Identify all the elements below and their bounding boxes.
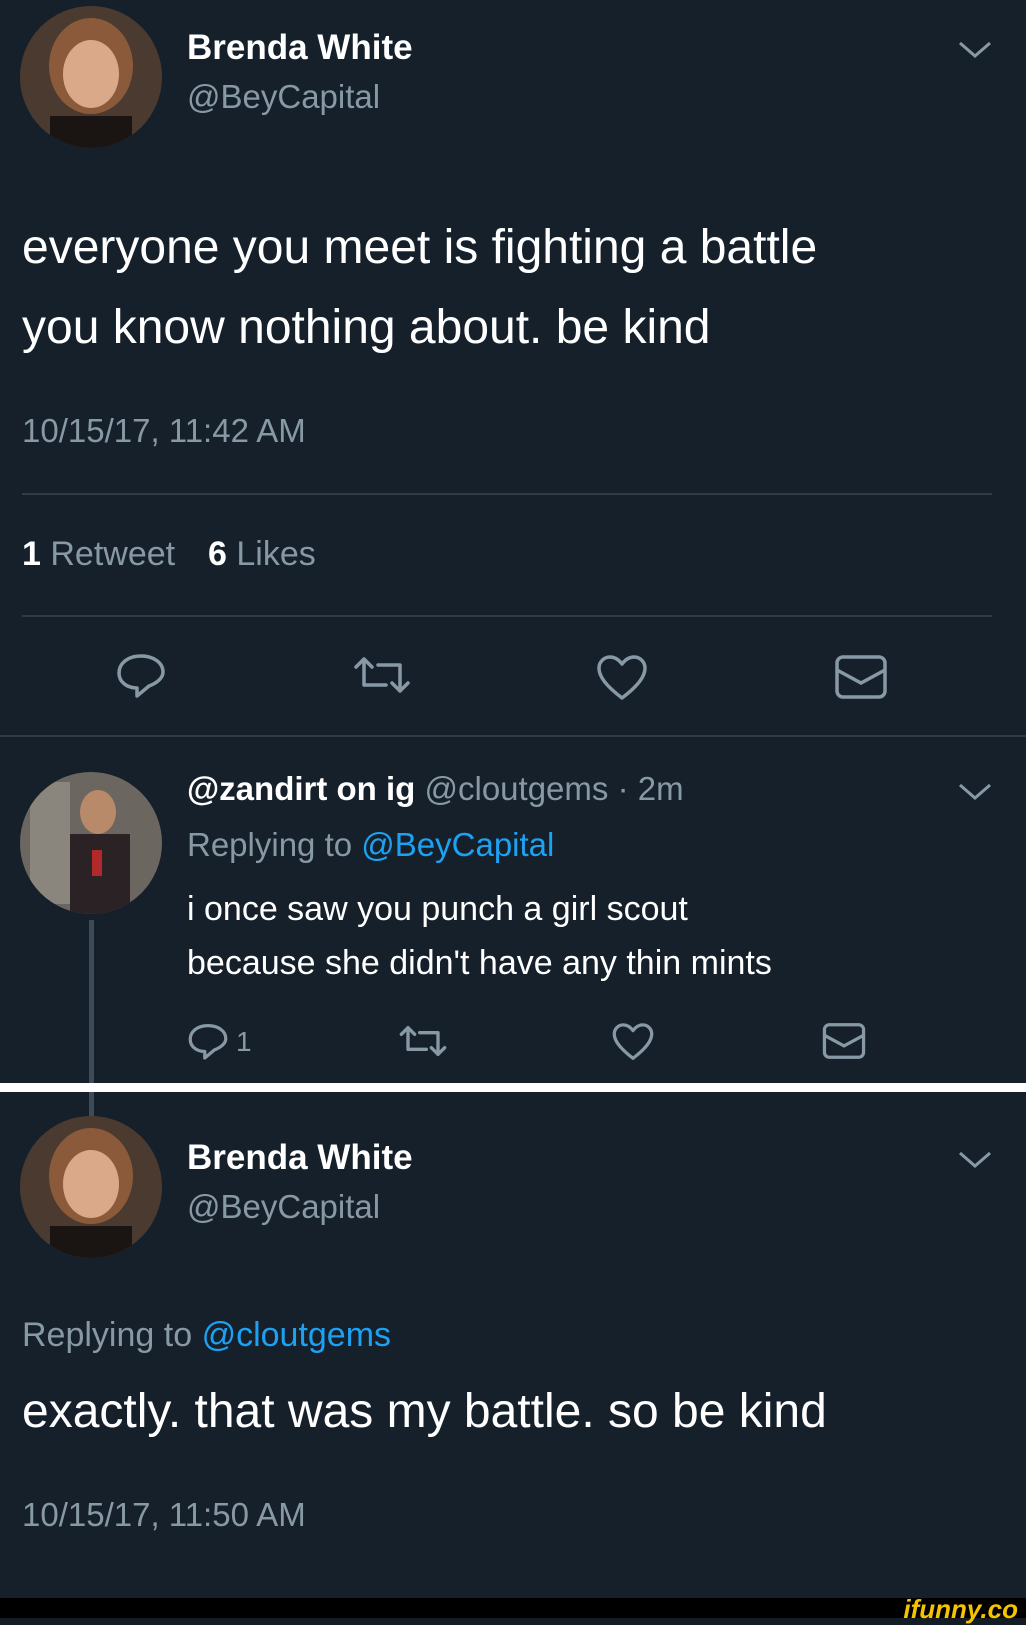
replying-to-handle[interactable]: @BeyCapital xyxy=(361,826,554,863)
replying-to-label: Replying to xyxy=(22,1316,193,1354)
screenshot-separator xyxy=(0,1083,1026,1092)
author-name[interactable]: Brenda White xyxy=(187,28,413,68)
divider xyxy=(22,493,992,495)
retweet-label[interactable]: Retweet xyxy=(50,535,175,573)
replying-to-label: Replying to xyxy=(187,826,353,863)
heart-icon[interactable] xyxy=(595,654,649,702)
ifunny-watermark: ifunny.co xyxy=(903,1594,1018,1624)
watermark-bar xyxy=(0,1598,1026,1618)
dm-icon[interactable] xyxy=(822,1022,866,1060)
reply-author-handle[interactable]: @cloutgems xyxy=(425,770,609,807)
reply-time[interactable]: · 2m xyxy=(618,770,684,807)
tweet2-text: exactly. that was my battle. so be kind xyxy=(22,1385,827,1438)
reply-text-line-1: i once saw you punch a girl scout xyxy=(187,890,688,928)
tweet2-replying-to: Replying to @cloutgems xyxy=(22,1316,391,1355)
reply-header: @zandirt on ig @cloutgems · 2m xyxy=(187,770,684,808)
tweet-panel-2: Brenda White @BeyCapital Replying to @cl… xyxy=(0,1092,1026,1598)
replying-to-handle[interactable]: @cloutgems xyxy=(202,1316,391,1354)
tweet-timestamp[interactable]: 10/15/17, 11:42 AM xyxy=(22,412,306,450)
avatar-brenda[interactable] xyxy=(20,1116,162,1258)
retweet-count[interactable]: 1 xyxy=(22,535,41,573)
chevron-down-icon[interactable] xyxy=(958,782,992,802)
engagement-stats: 1 Retweet 6 Likes xyxy=(22,535,316,574)
reply-author-name[interactable]: @zandirt on ig xyxy=(187,770,415,807)
heart-icon[interactable] xyxy=(611,1022,655,1062)
reply-icon[interactable] xyxy=(187,1022,229,1060)
chevron-down-icon[interactable] xyxy=(958,1150,992,1170)
divider xyxy=(22,615,992,617)
avatar-brenda[interactable] xyxy=(20,6,162,148)
tweet-text-line-1: everyone you meet is fighting a battle xyxy=(22,221,818,274)
author-name[interactable]: Brenda White xyxy=(187,1138,413,1178)
divider xyxy=(0,735,1026,737)
chevron-down-icon[interactable] xyxy=(958,40,992,60)
author-handle[interactable]: @BeyCapital xyxy=(187,78,380,116)
like-label[interactable]: Likes xyxy=(236,535,315,573)
avatar-zandirt[interactable] xyxy=(20,772,162,914)
retweet-icon[interactable] xyxy=(398,1024,448,1058)
tweet-panel-1: Brenda White @BeyCapital everyone you me… xyxy=(0,0,1026,1095)
thread-line xyxy=(89,920,94,1095)
reply-replying-to: Replying to @BeyCapital xyxy=(187,826,554,864)
retweet-icon[interactable] xyxy=(352,655,412,695)
reply-icon[interactable] xyxy=(115,652,167,698)
reply-text-line-2: because she didn't have any thin mints xyxy=(187,944,772,982)
tweet-text-line-2: you know nothing about. be kind xyxy=(22,301,711,354)
like-count[interactable]: 6 xyxy=(208,535,227,573)
reply-count[interactable]: 1 xyxy=(236,1026,252,1058)
dm-icon[interactable] xyxy=(834,654,888,700)
author-handle[interactable]: @BeyCapital xyxy=(187,1188,380,1226)
tweet2-timestamp[interactable]: 10/15/17, 11:50 AM xyxy=(22,1496,306,1534)
